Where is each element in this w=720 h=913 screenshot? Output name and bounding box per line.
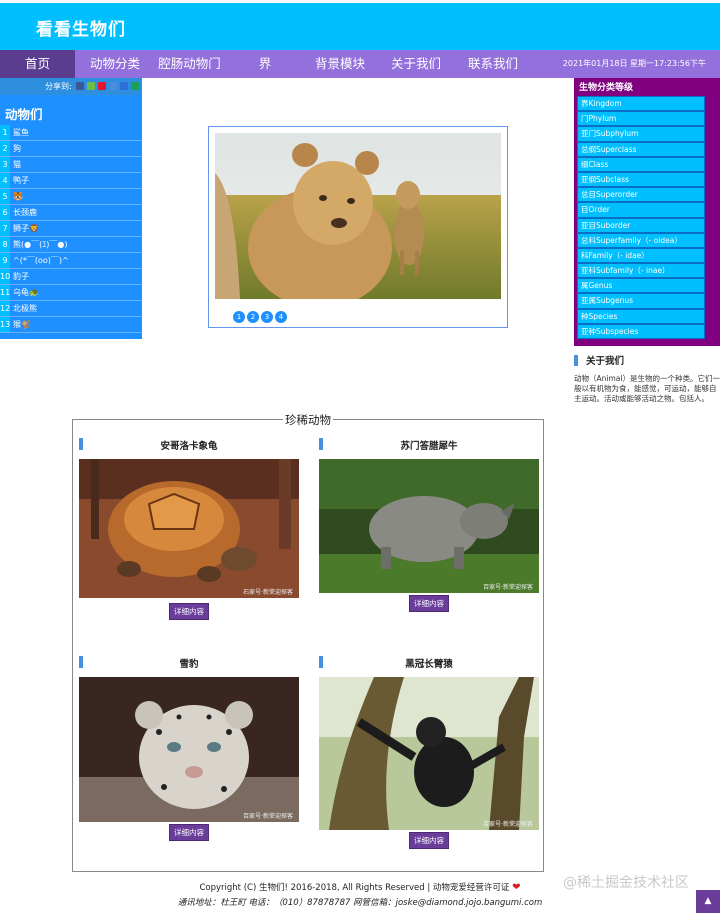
- animal-list-item[interactable]: 13 猴🐒: [0, 317, 142, 333]
- card-title: 黑冠长臂猿: [405, 659, 453, 670]
- classification-item[interactable]: 目Order: [577, 202, 705, 218]
- animal-list-item[interactable]: 3猫: [0, 157, 142, 173]
- image-credit: 百家号·新荣迎探客: [483, 584, 533, 591]
- classification-item[interactable]: 亚种Subspecies: [577, 323, 705, 339]
- slider-dot[interactable]: 1: [233, 311, 245, 323]
- card-title: 安哥洛卡象龟: [160, 441, 218, 452]
- detail-button[interactable]: 详细内容: [169, 824, 209, 841]
- classification-list: 界Kingdom 门Phylum 亚门Subphylum 总纲Superclas…: [577, 96, 705, 339]
- animal-list-item[interactable]: 7 狮子🦁: [0, 221, 142, 237]
- about-accent-bar: [574, 354, 578, 366]
- slider-dot[interactable]: 2: [247, 311, 259, 323]
- nav-about[interactable]: 关于我们: [382, 50, 450, 78]
- classification-item[interactable]: 亚纲Subclass: [577, 171, 705, 188]
- site-header: 看看生物们: [0, 3, 720, 50]
- slider-dot[interactable]: 3: [261, 311, 273, 323]
- about-title: 关于我们: [586, 356, 625, 367]
- rare-animals-title: 珍稀动物: [283, 412, 333, 428]
- nav-animal-categories[interactable]: 动物分类: [80, 50, 150, 78]
- share-douban-icon[interactable]: [131, 82, 139, 90]
- nav-home[interactable]: 首页: [0, 50, 75, 78]
- image-slider: 1 2 3 4: [208, 126, 508, 328]
- tortoise-image: 石家号·新荣迎探客: [79, 459, 299, 598]
- animal-list-item[interactable]: 8 熊(●￣(ｴ)￣●): [0, 237, 142, 253]
- snow-leopard-image: 百家号·新荣迎探客: [79, 677, 299, 822]
- animal-list-item[interactable]: 12 北极熊: [0, 301, 142, 317]
- detail-button[interactable]: 详细内容: [409, 832, 449, 849]
- rare-card-tortoise: 安哥洛卡象龟 石家号·新荣迎探客 详细内容: [79, 438, 299, 620]
- main-nav: 首页 动物分类 腔肠动物门 界 背景模块 关于我们 联系我们 2021年01月1…: [0, 50, 720, 78]
- animal-list-item[interactable]: 2狗: [0, 141, 142, 157]
- classification-item[interactable]: 属Genus: [577, 278, 705, 294]
- classification-item[interactable]: 亚目Suborder: [577, 217, 705, 233]
- animal-list-item[interactable]: 1 鲨鱼: [0, 125, 142, 141]
- rare-animals-section: 珍稀动物 安哥洛卡象龟 石家号·新荣迎探客 详细内容 苏门答腊犀牛 百家号·新荣…: [72, 412, 544, 872]
- animal-list-item[interactable]: 4 鸭子: [0, 173, 142, 189]
- animal-list-item[interactable]: 6 长颈鹿: [0, 205, 142, 221]
- classification-item[interactable]: 亚科Subfamily（- inae）: [577, 263, 705, 279]
- classification-item[interactable]: 总纲Superclass: [577, 141, 705, 157]
- image-credit: 百家号·新荣迎探客: [243, 813, 293, 820]
- animal-list-item[interactable]: 11 乌龟🐢: [0, 285, 142, 301]
- animal-list-item[interactable]: 10 豹子: [0, 269, 142, 285]
- share-renren-icon[interactable]: [120, 82, 128, 90]
- share-weibo-icon[interactable]: [98, 82, 106, 90]
- heart-icon: ❤: [512, 882, 521, 893]
- share-icons: [76, 82, 139, 90]
- rhino-image: 百家号·新荣迎探客: [319, 459, 539, 593]
- copyright-text: Copyright (C) 生物们! 2016-2018, All Rights…: [199, 883, 510, 893]
- watermark-text: @稀土掘金技术社区: [563, 875, 689, 891]
- gibbon-image: 百家号·新荣迎探客: [319, 677, 539, 830]
- nav-background-module[interactable]: 背景模块: [305, 50, 375, 78]
- share-bar: 分享到:: [0, 78, 142, 95]
- detail-button[interactable]: 详细内容: [409, 595, 449, 612]
- classification-item[interactable]: 纲Class: [577, 156, 705, 172]
- animal-list-item[interactable]: 9 ^(*￣(oo)￣)^: [0, 253, 142, 269]
- classification-item[interactable]: 亚属Subgenus: [577, 293, 705, 309]
- animal-list-title: 动物们: [5, 107, 43, 122]
- share-label: 分享到:: [45, 82, 72, 91]
- image-credit: 石家号·新荣迎探客: [243, 589, 293, 596]
- nav-cnidaria[interactable]: 腔肠动物门: [152, 50, 227, 78]
- classification-item[interactable]: 总目Superorder: [577, 187, 705, 203]
- classification-item[interactable]: 种Species: [577, 308, 705, 324]
- rare-card-gibbon: 黑冠长臂猿 百家号·新荣迎探客 详细内容: [319, 656, 539, 849]
- slider-dot[interactable]: 4: [275, 311, 287, 323]
- back-to-top-button[interactable]: ▲: [696, 890, 720, 913]
- slide-lions-image: [215, 133, 501, 299]
- image-credit: 百家号·新荣迎探客: [483, 821, 533, 828]
- card-title: 雪豹: [179, 659, 199, 670]
- rare-card-snow-leopard: 雪豹 百家号·新荣迎探客 详细内容: [79, 656, 299, 841]
- card-title: 苏门答腊犀牛: [400, 441, 458, 452]
- about-text: 动物（Animal）是生物的一个种类。它们一般以有机物为食，能感觉，可运动，能够…: [574, 374, 720, 403]
- classification-item[interactable]: 界Kingdom: [577, 96, 705, 112]
- nav-contact[interactable]: 联系我们: [458, 50, 528, 78]
- site-title: 看看生物们: [36, 20, 126, 40]
- nav-kingdom[interactable]: 界: [240, 50, 290, 78]
- share-wechat-icon[interactable]: [87, 82, 95, 90]
- classification-panel: 生物分类等级 界Kingdom 门Phylum 亚门Subphylum 总纲Su…: [574, 78, 720, 346]
- animal-list: 1 鲨鱼 2狗 3猫 4 鸭子 5 🐯 6 长颈鹿 7 狮子🦁 8 熊(●￣(ｴ)￣●) 9…: [0, 125, 142, 333]
- nav-datetime: 2021年01月18日 星期一17:23:56下午: [562, 59, 706, 68]
- rare-card-rhino: 苏门答腊犀牛 百家号·新荣迎探客 详细内容: [319, 438, 539, 612]
- classification-title: 生物分类等级: [579, 83, 634, 93]
- classification-item[interactable]: 总科Superfamily（- oidea）: [577, 232, 705, 248]
- share-qzone-icon[interactable]: [76, 82, 84, 90]
- animal-list-item[interactable]: 5 🐯: [0, 189, 142, 205]
- slider-dots: 1 2 3 4: [233, 311, 287, 323]
- detail-button[interactable]: 详细内容: [169, 603, 209, 620]
- classification-item[interactable]: 科Family（- idae）: [577, 247, 705, 264]
- share-tencent-icon[interactable]: [109, 82, 117, 90]
- animal-list-panel: 动物们 1 鲨鱼 2狗 3猫 4 鸭子 5 🐯 6 长颈鹿 7 狮子🦁 8 熊(●￣(ｴ)￣…: [0, 95, 142, 339]
- footer-contact: 通讯地址：杜王町 电话：（010）87878787 网管信箱：joske@dia…: [177, 898, 543, 908]
- about-section: 关于我们 动物（Animal）是生物的一个种类。它们一般以有机物为食，能感觉，可…: [574, 352, 720, 404]
- classification-item[interactable]: 门Phylum: [577, 111, 705, 127]
- classification-item[interactable]: 亚门Subphylum: [577, 126, 705, 142]
